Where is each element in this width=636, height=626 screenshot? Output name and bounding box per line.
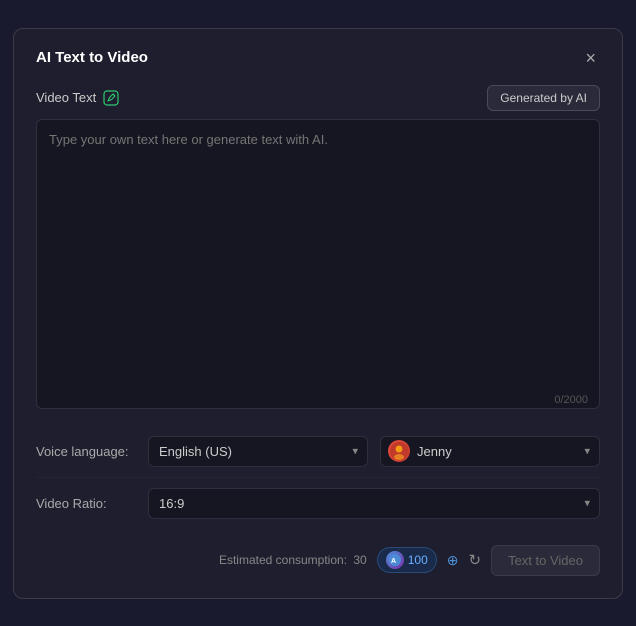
video-text-input[interactable] (36, 119, 600, 409)
voice-name-select[interactable]: Jenny Aria Guy Emma (380, 436, 600, 467)
estimated-consumption-label: Estimated consumption: 30 (219, 553, 367, 567)
video-ratio-select[interactable]: 16:9 9:16 1:1 4:3 (148, 488, 600, 519)
voice-language-select[interactable]: English (US) English (UK) Spanish French… (148, 436, 368, 467)
video-text-label: Video Text (36, 90, 96, 105)
refresh-icon[interactable]: ↻ (469, 551, 482, 569)
voice-name-wrapper: Jenny Aria Guy Emma ▾ (380, 436, 600, 467)
video-ratio-select-wrapper: 16:9 9:16 1:1 4:3 ▾ (148, 488, 600, 519)
generated-by-ai-button[interactable]: Generated by AI (487, 85, 600, 111)
add-credits-icon[interactable]: ⊕ (447, 552, 459, 569)
text-to-video-button[interactable]: Text to Video (491, 545, 600, 576)
video-ratio-row: Video Ratio: 16:9 9:16 1:1 4:3 ▾ (36, 478, 600, 529)
voice-language-label: Voice language: (36, 444, 136, 459)
ai-credits-badge: A 100 (377, 547, 437, 573)
voice-language-row: Voice language: English (US) English (UK… (36, 426, 600, 478)
video-ratio-label: Video Ratio: (36, 496, 136, 511)
ai-text-to-video-dialog: AI Text to Video × Video Text Generated … (13, 28, 623, 599)
voice-language-select-wrapper: English (US) English (UK) Spanish French… (148, 436, 368, 467)
ai-icon: A (386, 551, 404, 569)
dialog-title: AI Text to Video (36, 49, 148, 66)
textarea-wrapper: 0/2000 (36, 119, 600, 414)
ai-credits-value: 100 (408, 553, 428, 567)
title-bar-left: AI Text to Video (36, 49, 148, 66)
svg-text:A: A (391, 558, 396, 565)
video-text-header: Video Text Generated by AI (36, 85, 600, 111)
section-header-left: Video Text (36, 90, 119, 106)
settings-section: Voice language: English (US) English (UK… (36, 426, 600, 529)
footer: Estimated consumption: 30 A 100 ⊕ (36, 545, 600, 576)
close-button[interactable]: × (581, 47, 600, 69)
title-bar: AI Text to Video × (36, 47, 600, 69)
char-count: 0/2000 (554, 394, 588, 406)
edit-icon[interactable] (103, 90, 119, 106)
